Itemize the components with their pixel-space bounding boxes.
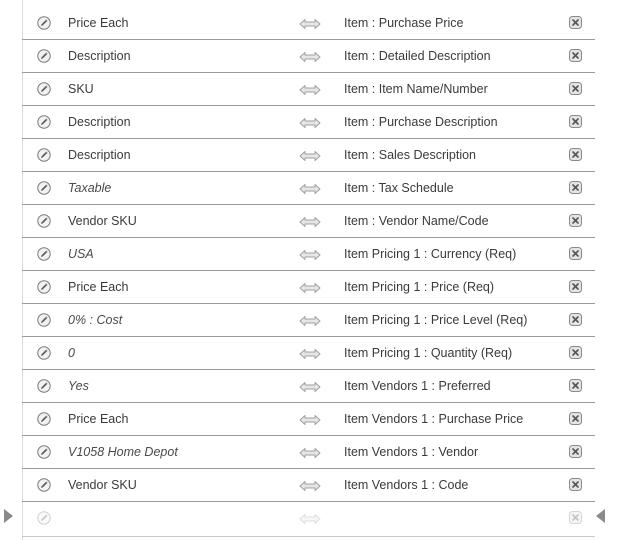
source-field: 0 <box>68 346 75 360</box>
target-field: Item Pricing 1 : Quantity (Req) <box>344 346 513 360</box>
target-field: Item : Sales Description <box>344 148 476 162</box>
mapping-row: Description Item : Purchase Description <box>22 106 595 139</box>
close-icon[interactable] <box>569 247 582 260</box>
target-field: Item Vendors 1 : Vendor <box>344 445 479 459</box>
target-field: Item Pricing 1 : Currency (Req) <box>344 247 517 261</box>
source-field: Vendor SKU <box>68 214 137 228</box>
mapping-row: 0% : Cost Item Pricing 1 : Price Level (… <box>22 304 595 337</box>
target-field: Item Vendors 1 : Code <box>344 478 469 492</box>
source-field: Taxable <box>68 181 112 195</box>
close-icon[interactable] <box>569 148 582 161</box>
pencil-icon[interactable] <box>37 16 51 30</box>
pencil-icon[interactable] <box>37 478 51 492</box>
source-field: 0% : Cost <box>68 313 123 327</box>
source-field: V1058 Home Depot <box>68 445 178 459</box>
mapping-row: 0 Item Pricing 1 : Quantity (Req) <box>22 337 595 370</box>
close-icon[interactable] <box>569 445 582 458</box>
double-arrow-icon <box>299 182 321 194</box>
pencil-icon[interactable] <box>37 379 51 393</box>
pencil-icon[interactable] <box>37 181 51 195</box>
target-field: Item Pricing 1 : Price Level (Req) <box>344 313 528 327</box>
target-field: Item Vendors 1 : Preferred <box>344 379 491 393</box>
double-arrow-icon <box>299 50 321 62</box>
pencil-icon[interactable] <box>37 346 51 360</box>
source-field: Price Each <box>68 412 129 426</box>
row-marker-left-icon <box>4 509 13 523</box>
pencil-icon[interactable] <box>37 49 51 63</box>
mapping-row: Price Each Item : Purchase Price <box>22 7 595 40</box>
mapping-row: USA Item Pricing 1 : Currency (Req) <box>22 238 595 271</box>
row-marker-right-icon <box>596 509 605 523</box>
target-field: Item : Vendor Name/Code <box>344 214 489 228</box>
double-arrow-icon <box>299 380 321 392</box>
double-arrow-icon <box>299 149 321 161</box>
pencil-icon[interactable] <box>37 412 51 426</box>
close-icon[interactable] <box>569 82 582 95</box>
pencil-icon[interactable] <box>37 280 51 294</box>
pencil-icon[interactable] <box>37 313 51 327</box>
target-field: Item : Detailed Description <box>344 49 491 63</box>
close-icon[interactable] <box>569 313 582 326</box>
source-field: Price Each <box>68 280 129 294</box>
double-arrow-icon <box>299 17 321 29</box>
mapping-row: Price Each Item Pricing 1 : Price (Req) <box>22 271 595 304</box>
target-field: Item Vendors 1 : Purchase Price <box>344 412 524 426</box>
source-field: Description <box>68 148 131 162</box>
pencil-icon[interactable] <box>37 214 51 228</box>
double-arrow-icon <box>299 116 321 128</box>
double-arrow-icon <box>299 479 321 491</box>
pencil-icon[interactable] <box>37 511 51 525</box>
source-field: Description <box>68 49 131 63</box>
pencil-icon[interactable] <box>37 247 51 261</box>
close-icon[interactable] <box>569 280 582 293</box>
pencil-icon[interactable] <box>37 82 51 96</box>
double-arrow-icon <box>299 413 321 425</box>
close-icon[interactable] <box>569 379 582 392</box>
double-arrow-icon <box>299 281 321 293</box>
mapping-row: Yes Item Vendors 1 : Preferred <box>22 370 595 403</box>
double-arrow-icon <box>299 512 321 524</box>
mapping-row: Description Item : Detailed Description <box>22 40 595 73</box>
pencil-icon[interactable] <box>37 115 51 129</box>
close-icon[interactable] <box>569 115 582 128</box>
panel-bottom-border <box>22 536 595 537</box>
double-arrow-icon <box>299 215 321 227</box>
double-arrow-icon <box>299 83 321 95</box>
source-field: Yes <box>68 379 89 393</box>
mapping-row: SKU Item : Item Name/Number <box>22 73 595 106</box>
close-icon[interactable] <box>569 181 582 194</box>
new-mapping-row <box>22 502 595 535</box>
close-icon[interactable] <box>569 412 582 425</box>
source-field: SKU <box>68 82 94 96</box>
target-field: Item : Purchase Price <box>344 16 464 30</box>
source-field: USA <box>68 247 94 261</box>
mapping-row: Price Each Item Vendors 1 : Purchase Pri… <box>22 403 595 436</box>
target-field: Item : Tax Schedule <box>344 181 454 195</box>
double-arrow-icon <box>299 314 321 326</box>
double-arrow-icon <box>299 347 321 359</box>
source-field: Description <box>68 115 131 129</box>
mapping-list: Price Each Item : Purchase Price Descrip… <box>22 7 595 535</box>
close-icon[interactable] <box>569 511 582 524</box>
pencil-icon[interactable] <box>37 445 51 459</box>
field-mapping-panel: Price Each Item : Purchase Price Descrip… <box>0 0 617 540</box>
close-icon[interactable] <box>569 16 582 29</box>
source-field: Vendor SKU <box>68 478 137 492</box>
target-field: Item : Purchase Description <box>344 115 498 129</box>
mapping-row: Description Item : Sales Description <box>22 139 595 172</box>
pencil-icon[interactable] <box>37 148 51 162</box>
close-icon[interactable] <box>569 49 582 62</box>
source-field: Price Each <box>68 16 129 30</box>
mapping-row: Vendor SKU Item Vendors 1 : Code <box>22 469 595 502</box>
close-icon[interactable] <box>569 346 582 359</box>
double-arrow-icon <box>299 446 321 458</box>
close-icon[interactable] <box>569 214 582 227</box>
target-field: Item Pricing 1 : Price (Req) <box>344 280 495 294</box>
mapping-row: Taxable Item : Tax Schedule <box>22 172 595 205</box>
mapping-row: Vendor SKU Item : Vendor Name/Code <box>22 205 595 238</box>
target-field: Item : Item Name/Number <box>344 82 488 96</box>
mapping-row: V1058 Home Depot Item Vendors 1 : Vendor <box>22 436 595 469</box>
double-arrow-icon <box>299 248 321 260</box>
close-icon[interactable] <box>569 478 582 491</box>
